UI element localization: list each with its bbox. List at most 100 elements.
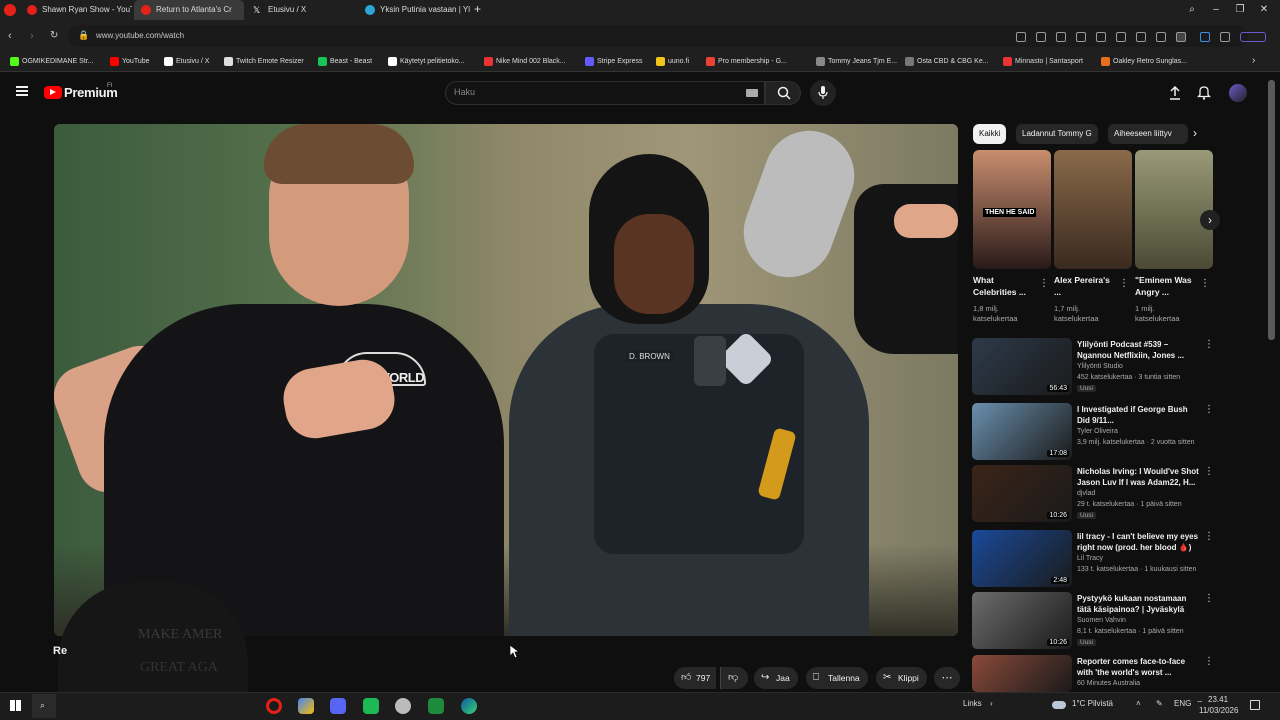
favorites-icon[interactable] — [1116, 32, 1126, 42]
related-video-thumbnail[interactable]: 2:48 — [972, 530, 1072, 587]
related-video-title[interactable]: lil tracy - I can't believe my eyes righ… — [1077, 531, 1201, 553]
shorts-next-button[interactable]: › — [1200, 210, 1220, 230]
bookmark-item[interactable]: uuno.fi — [656, 52, 689, 72]
related-video-menu-icon[interactable]: ⋮ — [1204, 656, 1214, 667]
bookmark-item[interactable]: Twitch Emote Resizer — [224, 52, 304, 72]
related-video-title[interactable]: Nicholas Irving: I Would've Shot Jason L… — [1077, 466, 1201, 488]
profile-icon[interactable] — [1176, 32, 1186, 42]
reload-icon[interactable]: ↻ — [50, 30, 58, 41]
related-video-channel[interactable]: 60 Minutes Australia — [1077, 680, 1140, 687]
related-video-menu-icon[interactable]: ⋮ — [1204, 339, 1214, 350]
tab-1[interactable]: Return to Atlanta's Cr — [134, 0, 244, 20]
search-box[interactable] — [445, 81, 765, 105]
maximize-icon[interactable]: ❐ — [1228, 0, 1252, 20]
save-button[interactable]: ⎕ Tallenna — [806, 667, 868, 689]
media-player-icon[interactable] — [428, 698, 444, 714]
bookmark-item[interactable]: Tommy Jeans Tjm E... — [816, 52, 897, 72]
related-video-title[interactable]: Pystyykö kukaan nostamaan tätä käsipaino… — [1077, 593, 1201, 615]
extension-icon[interactable] — [1220, 32, 1230, 42]
discord-icon[interactable] — [330, 698, 346, 714]
share-button[interactable]: ↪ Jaa — [754, 667, 798, 689]
close-window-icon[interactable]: ✕ — [1252, 0, 1276, 20]
short-title[interactable]: "Eminem Was Angry ... — [1135, 274, 1197, 298]
scrollbar-thumb[interactable] — [1268, 80, 1275, 340]
bookmark-item[interactable]: Minnasto | Santasport — [1003, 52, 1083, 72]
extension-icon[interactable] — [1076, 32, 1086, 42]
video-player[interactable]: UNDERWORLD D. BROWN — [54, 124, 958, 636]
tab-2[interactable]: 𝕏 Etusivu / X — [246, 0, 356, 20]
chip-uploaded-by[interactable]: Ladannut Tommy G — [1016, 124, 1098, 144]
menu-icon[interactable] — [1156, 32, 1166, 42]
related-video-thumbnail[interactable]: 10:26 — [972, 592, 1072, 649]
url-field[interactable] — [68, 25, 1248, 47]
related-video-title[interactable]: Ylilyönti Podcast #539 – Ngannou Netflix… — [1077, 339, 1201, 361]
short-title[interactable]: What Celebrities ... — [973, 274, 1035, 298]
opera-icon[interactable] — [266, 698, 282, 714]
bookmark-item[interactable]: Osta CBD & CBG Ke... — [905, 52, 989, 72]
related-video-thumbnail[interactable]: 56:43 — [972, 338, 1072, 395]
app-green-icon[interactable] — [363, 698, 379, 714]
chip-related[interactable]: Aiheeseen liittyv — [1108, 124, 1188, 144]
tab-3[interactable]: Yksin Putinia vastaan | Yle — [358, 0, 470, 20]
bookmark-item[interactable]: YouTube — [110, 52, 150, 72]
related-video-thumbnail[interactable]: 17:08 — [972, 403, 1072, 460]
dislike-button[interactable]: 👎︎ — [720, 667, 748, 689]
tab-0[interactable]: Shawn Ryan Show - YouTu — [20, 0, 132, 20]
short-thumbnail-0[interactable]: THEN HE SAID — [973, 150, 1051, 269]
extension-icon[interactable] — [1036, 32, 1046, 42]
language-indicator[interactable]: ENG — [1174, 699, 1191, 708]
forward-icon[interactable]: › — [30, 30, 34, 42]
back-icon[interactable]: ‹ — [8, 30, 12, 42]
downloads-icon[interactable] — [1136, 32, 1146, 42]
short-menu-icon[interactable]: ⋮ — [1200, 278, 1210, 289]
like-button[interactable]: 👍︎ 797 — [674, 667, 717, 689]
notifications-bell-icon[interactable] — [1197, 85, 1211, 100]
related-video-menu-icon[interactable]: ⋮ — [1204, 404, 1214, 415]
keyboard-icon[interactable] — [746, 89, 758, 97]
related-video-channel[interactable]: Suomen Vahvin — [1077, 617, 1126, 624]
related-video-thumbnail[interactable]: 10:26 — [972, 465, 1072, 522]
tray-overflow-icon[interactable]: › — [990, 699, 993, 708]
related-video-channel[interactable]: djvlad — [1077, 490, 1095, 497]
bookmark-item[interactable]: Nike Mind 002 Black... — [484, 52, 566, 72]
app-shield-icon[interactable] — [395, 698, 411, 714]
related-video-channel[interactable]: Ylilyönti Studio — [1077, 363, 1123, 370]
upload-icon[interactable] — [1168, 86, 1182, 100]
weather-text[interactable]: 1°C Pilvistä — [1072, 699, 1113, 708]
related-video-title[interactable]: Reporter comes face-to-face with 'the wo… — [1077, 656, 1201, 678]
bookmark-item[interactable]: Etusivu / X — [164, 52, 209, 72]
related-video-menu-icon[interactable]: ⋮ — [1204, 466, 1214, 477]
search-input[interactable]: Haku — [454, 87, 475, 97]
minimize-icon[interactable]: – — [1204, 0, 1228, 20]
windows-start-icon[interactable] — [10, 700, 21, 711]
short-menu-icon[interactable]: ⋮ — [1119, 278, 1129, 289]
chip-all[interactable]: Kaikki — [973, 124, 1007, 144]
tray-links-label[interactable]: Links — [963, 699, 982, 708]
related-video-channel[interactable]: Tyler Oliveira — [1077, 428, 1118, 435]
short-title[interactable]: Alex Pereira's ... — [1054, 274, 1116, 298]
extension-icon[interactable] — [1200, 32, 1210, 42]
edge-icon[interactable] — [461, 698, 477, 714]
copilot-icon[interactable] — [1240, 32, 1266, 42]
search-tabs-icon[interactable]: ⌕ — [1180, 0, 1204, 20]
bookmark-item[interactable]: Oakley Retro Sunglas... — [1101, 52, 1187, 72]
more-actions-button[interactable]: ⋯ — [934, 667, 960, 689]
extension-icon[interactable] — [1096, 32, 1106, 42]
short-thumbnail-2[interactable] — [1135, 150, 1213, 269]
extension-icon[interactable] — [1016, 32, 1026, 42]
bookmarks-more-icon[interactable]: › — [1252, 55, 1255, 66]
related-video-channel[interactable]: Lil Tracy — [1077, 555, 1103, 562]
tray-chevron-icon[interactable]: ˄ — [1136, 699, 1141, 708]
clock-date[interactable]: 11/03/2026 — [1199, 706, 1238, 715]
extension-icon[interactable] — [1056, 32, 1066, 42]
bookmark-item[interactable]: Käytetyt pelitietoko... — [388, 52, 465, 72]
related-video-menu-icon[interactable]: ⋮ — [1204, 531, 1214, 542]
clip-button[interactable]: ✂ Klippi — [876, 667, 927, 689]
new-tab-button[interactable]: + — [474, 2, 481, 16]
notification-center-icon[interactable] — [1250, 700, 1260, 710]
app-icon[interactable] — [298, 698, 314, 714]
related-video-menu-icon[interactable]: ⋮ — [1204, 593, 1214, 604]
pen-icon[interactable]: ✎ — [1156, 699, 1163, 708]
bookmark-item[interactable]: Beast - Beast — [318, 52, 372, 72]
avatar[interactable] — [1229, 84, 1247, 102]
